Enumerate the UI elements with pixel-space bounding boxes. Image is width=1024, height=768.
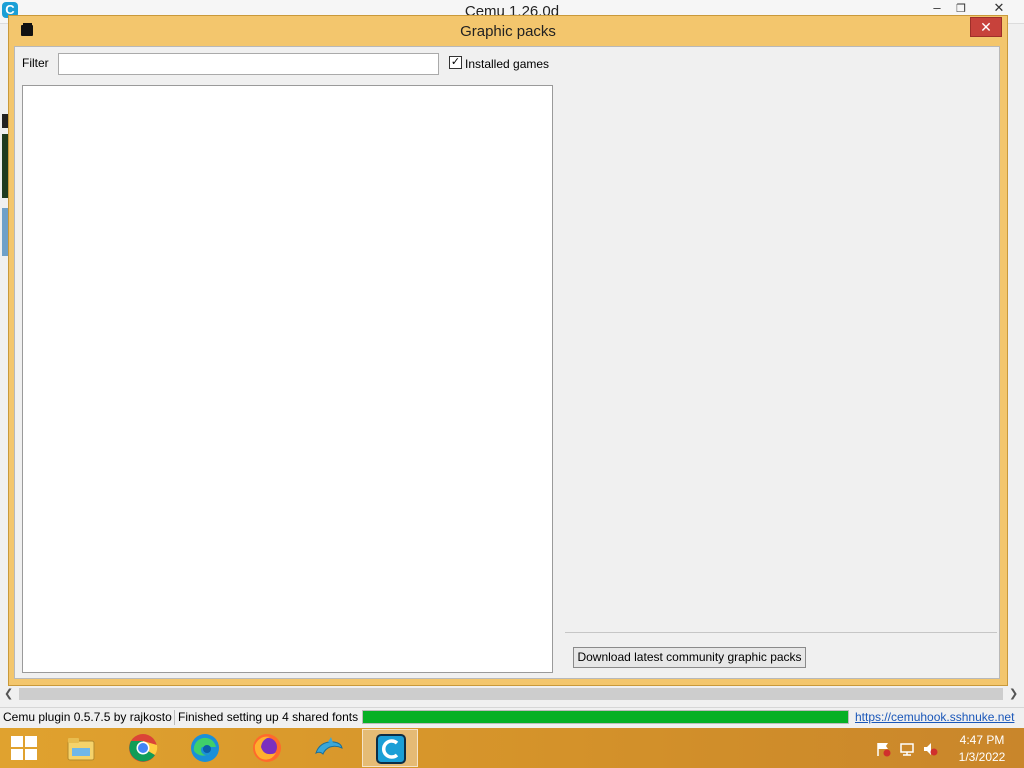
taskbar-dolphin[interactable] [301, 729, 357, 767]
status-fonts-text: Finished setting up 4 shared fonts [178, 710, 359, 724]
scroll-right-arrow-icon[interactable]: ❯ [1009, 687, 1021, 701]
installed-games-label: Installed games [465, 57, 550, 71]
taskbar-file-explorer[interactable] [53, 729, 109, 767]
taskbar-firefox[interactable] [239, 729, 295, 767]
chrome-icon [129, 734, 158, 762]
dialog-titlebar: Graphic packs ✕ [9, 16, 1007, 46]
dialog-title: Graphic packs [460, 23, 556, 40]
status-divider [174, 710, 175, 725]
taskbar-chrome[interactable] [115, 729, 171, 767]
status-progress-bar [362, 710, 849, 724]
status-plugin-text: Cemu plugin 0.5.7.5 by rajkosto [3, 710, 172, 724]
horizontal-scrollbar[interactable]: ❮ ❯ [0, 686, 1024, 702]
filter-input[interactable] [58, 53, 439, 75]
scrollbar-thumb[interactable] [19, 688, 1003, 700]
graphic-packs-tree[interactable] [22, 85, 553, 673]
close-icon: ✕ [980, 19, 992, 35]
filter-label: Filter [22, 56, 49, 70]
clock-time[interactable]: 4:47 PM [952, 733, 1012, 747]
dolphin-icon [315, 737, 343, 755]
progress-fill [363, 711, 848, 723]
windows-logo-pane [25, 749, 37, 760]
installed-games-checkbox[interactable]: ✓ [449, 56, 462, 69]
firefox-icon [253, 734, 281, 762]
windows-logo-pane [25, 736, 37, 747]
taskbar-cemu[interactable] [362, 729, 418, 767]
cemu-icon [376, 734, 406, 764]
dialog-close-button[interactable]: ✕ [970, 17, 1002, 37]
dialog-client-area: Filter ✓ Installed games Download latest… [14, 46, 1000, 679]
edge-icon [191, 734, 219, 762]
main-window-content-sliver [0, 110, 8, 260]
volume-muted-icon[interactable] [922, 741, 938, 757]
windows-logo-icon [11, 736, 23, 747]
action-center-flag-icon[interactable] [875, 741, 891, 757]
graphic-packs-dialog: Graphic packs ✕ Filter ✓ Installed games… [8, 15, 1008, 686]
file-explorer-icon [67, 738, 95, 761]
windows-logo-pane [11, 749, 23, 760]
cemuhook-link[interactable]: https://cemuhook.sshnuke.net [855, 710, 1014, 724]
clock-date[interactable]: 1/3/2022 [952, 750, 1012, 764]
taskbar-edge[interactable] [177, 729, 233, 767]
network-icon[interactable] [899, 741, 915, 757]
start-button[interactable] [11, 736, 39, 761]
download-graphic-packs-button[interactable]: Download latest community graphic packs [573, 647, 806, 668]
status-bar: Cemu plugin 0.5.7.5 by rajkosto Finished… [0, 707, 1024, 727]
scroll-left-arrow-icon[interactable]: ❮ [4, 687, 16, 701]
taskbar [0, 728, 1024, 768]
separator [565, 632, 997, 633]
